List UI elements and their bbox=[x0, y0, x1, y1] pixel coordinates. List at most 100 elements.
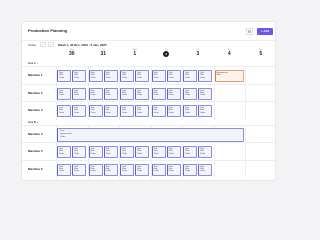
machine-label: Machine 5 bbox=[28, 149, 43, 153]
section-header[interactable]: Line B ⌄ bbox=[28, 121, 38, 124]
day-cell[interactable] bbox=[245, 125, 275, 143]
task-card[interactable]: Task Role Order bbox=[183, 163, 197, 176]
settings-button[interactable]: ⚙ bbox=[246, 28, 253, 35]
task-card[interactable]: Task Role Order bbox=[103, 146, 118, 158]
task-card[interactable]: Task Role Order bbox=[151, 105, 166, 117]
machine-row: Machine 5 Task Role Order Task Role Order T… bbox=[22, 142, 275, 161]
task-card[interactable]: Task Role Order bbox=[135, 87, 149, 100]
day-number: 4 bbox=[227, 51, 231, 57]
day-cell[interactable] bbox=[213, 143, 246, 161]
gear-icon: ⚙ bbox=[247, 29, 252, 34]
header-bar: Production Planning ⚙ + Add bbox=[22, 22, 275, 41]
task-card[interactable]: Task Role Order bbox=[72, 105, 86, 117]
machine-row: Machine 1 Task Role Order Task Role Order T… bbox=[22, 66, 275, 85]
day-number: 30 bbox=[68, 51, 75, 57]
machine-label: Machine 6 bbox=[28, 166, 43, 171]
prev-week-button[interactable]: ‹ bbox=[40, 42, 46, 47]
task-card[interactable]: Task Role Order bbox=[183, 87, 197, 100]
day-number: 5 bbox=[259, 51, 263, 57]
day-number: 2 bbox=[163, 51, 170, 57]
day-cell[interactable] bbox=[245, 143, 275, 161]
task-card[interactable]: Task Role Order bbox=[57, 163, 71, 176]
task-card[interactable]: Task Role Order bbox=[88, 87, 103, 100]
day-cell[interactable] bbox=[245, 84, 275, 102]
task-card[interactable]: Task Role Order bbox=[183, 146, 197, 158]
task-card[interactable]: Task Role Order bbox=[151, 163, 166, 176]
page-title: Production Planning bbox=[28, 28, 68, 33]
task-card[interactable]: Task Role Order bbox=[72, 70, 86, 82]
task-card[interactable]: Task Role Order bbox=[135, 163, 149, 176]
day-cell[interactable] bbox=[245, 160, 275, 178]
task-card[interactable]: Task Role Order bbox=[72, 146, 86, 158]
task-card[interactable]: Task Role Order bbox=[57, 70, 71, 82]
task-card[interactable]: Task Role Order bbox=[120, 87, 134, 100]
task-card[interactable]: Task Role Order bbox=[72, 163, 86, 176]
machine-label: Machine 1 bbox=[28, 73, 43, 77]
day-header-5: Sat 4 bbox=[214, 49, 246, 63]
task-card[interactable]: Task Role Order bbox=[151, 146, 166, 158]
task-card[interactable]: Task Role Order bbox=[183, 105, 197, 117]
day-cell[interactable] bbox=[213, 84, 246, 102]
week-toolbar: Today ‹ › Week 1, 30 Dec, 2024 - 5 Jan, … bbox=[22, 41, 275, 49]
task-card[interactable]: Task Role Order bbox=[120, 146, 134, 158]
section-header[interactable]: Line A ⌄ bbox=[28, 62, 38, 65]
day-cell[interactable] bbox=[213, 102, 246, 120]
task-card[interactable]: Task Role Order bbox=[166, 163, 181, 176]
task-card[interactable]: Task Role Order bbox=[198, 70, 212, 82]
machine-label: Machine 2 bbox=[28, 90, 43, 95]
task-card[interactable]: Task Role Order bbox=[120, 105, 134, 117]
machine-row: Machine 4 Task System Info Order bbox=[22, 124, 275, 143]
task-card[interactable]: Task Role Order bbox=[135, 70, 149, 82]
task-card[interactable]: Task Role Order bbox=[103, 163, 118, 176]
task-card[interactable]: Task Role Order bbox=[103, 87, 118, 100]
task-card[interactable]: Task Role Order bbox=[88, 70, 103, 82]
task-card[interactable]: Task Role Order bbox=[135, 146, 149, 158]
task-card[interactable]: Task Role Order bbox=[183, 70, 197, 82]
task-card[interactable]: Task Role Order bbox=[88, 105, 103, 117]
task-card[interactable]: Task Role Order bbox=[151, 87, 166, 100]
machine-row: Machine 6 Task Role Order Task Role Order T… bbox=[22, 159, 275, 178]
day-header-1: Tue 31 bbox=[88, 49, 120, 63]
add-button[interactable]: + Add bbox=[257, 28, 273, 35]
day-number: 3 bbox=[196, 51, 200, 57]
task-card[interactable]: Task Role Order bbox=[57, 146, 71, 158]
week-range-label: Week 1, 30 Dec, 2024 - 5 Jan, 2025 bbox=[58, 43, 107, 47]
maintenance-card[interactable]: Maintenance Role bbox=[214, 70, 244, 82]
task-card[interactable]: Task Role Order bbox=[57, 105, 71, 117]
task-card[interactable]: Task Role Order bbox=[198, 87, 212, 100]
day-header-0: Mon 30 bbox=[56, 49, 88, 63]
today-button[interactable]: Today bbox=[28, 43, 36, 47]
planning-card: Production Planning ⚙ + Add Today ‹ › We… bbox=[21, 21, 276, 181]
task-card[interactable]: Task Role Order bbox=[103, 105, 118, 117]
task-card[interactable]: Task Role Order bbox=[166, 70, 181, 82]
task-card[interactable]: Task Role Order bbox=[88, 146, 103, 158]
next-week-button[interactable]: › bbox=[48, 42, 54, 47]
day-header-3: Thu 2 bbox=[151, 49, 183, 63]
task-card[interactable]: Task Role Order bbox=[198, 105, 212, 117]
task-card[interactable]: Task Role Order bbox=[166, 146, 181, 158]
day-cell[interactable] bbox=[245, 67, 275, 85]
task-card[interactable]: Task Role Order bbox=[120, 70, 134, 82]
day-header-2: Wed 1 bbox=[119, 49, 151, 63]
day-header-6: Sun 5 bbox=[245, 49, 275, 63]
task-card[interactable]: Task Role Order bbox=[120, 163, 134, 176]
task-card[interactable]: Task Role Order bbox=[198, 163, 212, 176]
day-number: 1 bbox=[133, 51, 137, 57]
task-card[interactable]: Task Role Order bbox=[135, 105, 149, 117]
machine-label: Machine 4 bbox=[28, 131, 43, 136]
task-card[interactable]: Task Role Order bbox=[151, 70, 166, 82]
task-card[interactable]: Task System Info Order bbox=[57, 127, 244, 142]
task-card[interactable]: Task Role Order bbox=[57, 87, 71, 100]
day-cell[interactable] bbox=[245, 102, 275, 120]
task-card[interactable]: Task Role Order bbox=[72, 87, 86, 100]
day-header-4: Fri 3 bbox=[182, 49, 214, 63]
machine-label: Machine 3 bbox=[28, 108, 43, 112]
task-card[interactable]: Task Role Order bbox=[103, 70, 118, 82]
task-card[interactable]: Task Role Order bbox=[166, 87, 181, 100]
day-number: 31 bbox=[100, 51, 107, 57]
task-card[interactable]: Task Role Order bbox=[198, 146, 212, 158]
task-card[interactable]: Task Role Order bbox=[88, 163, 103, 176]
day-cell[interactable] bbox=[213, 160, 246, 178]
machine-row: Machine 2 Task Role Order Task Role Order T… bbox=[22, 83, 275, 102]
task-card[interactable]: Task Role Order bbox=[166, 105, 181, 117]
